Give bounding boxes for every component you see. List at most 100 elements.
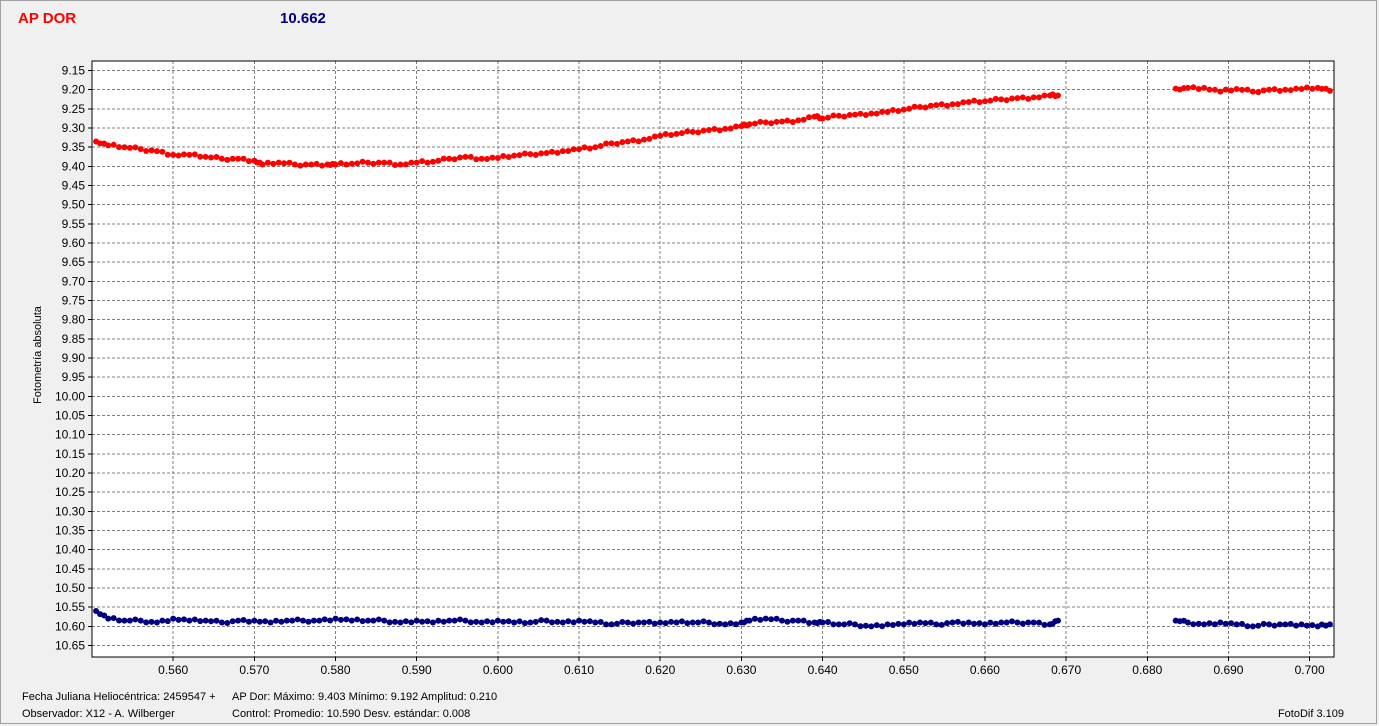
data-point [992,95,999,102]
data-point [857,623,864,630]
data-point [646,618,653,625]
data-point [1287,87,1294,94]
data-point [359,158,366,165]
data-point [213,153,220,160]
data-point [651,620,658,627]
data-point [300,617,307,624]
data-point [1239,620,1245,627]
data-point [484,618,491,625]
data-point [795,117,802,124]
data-point [789,118,796,125]
data-point [191,616,198,623]
data-point [148,147,155,154]
data-point [273,617,279,624]
data-point [835,112,842,119]
data-point [773,615,780,622]
data-point [976,620,983,627]
data-point [451,617,458,624]
y-tick-label: 9.60 [62,236,86,250]
data-point [1244,86,1251,93]
y-tick-label: 10.00 [55,389,85,403]
data-point [1211,621,1218,628]
data-point [126,617,133,624]
y-tick-label: 9.95 [62,370,86,384]
data-point [308,161,315,168]
data-point [559,148,566,155]
data-point [773,118,780,125]
data-point [283,617,290,624]
control-stats: Control: Promedio: 10.590 Desv. estándar… [232,708,471,720]
data-point [213,617,220,624]
data-point [245,618,252,625]
data-point [695,129,702,136]
y-tick-label: 10.05 [55,409,85,423]
y-tick-label: 9.15 [62,64,86,78]
data-point [884,621,891,628]
data-point [1271,622,1278,629]
data-point [191,151,198,158]
data-point [830,621,837,628]
data-point [446,617,453,624]
data-point [1266,621,1273,628]
data-point [332,161,339,168]
data-point [689,128,696,135]
data-point [678,130,685,137]
data-point [965,99,972,106]
data-point [825,114,831,121]
data-point [343,161,350,168]
data-point [1217,619,1224,626]
data-point [500,153,507,160]
y-tick-label: 9.65 [62,255,86,269]
data-point [762,615,769,622]
data-point [235,155,242,162]
data-point [1190,84,1197,91]
data-point [1276,87,1283,94]
data-point [835,621,842,628]
data-point [711,621,718,628]
data-point [218,619,225,626]
data-point [1303,622,1310,629]
data-point [170,615,177,622]
data-point [521,620,528,627]
data-point [597,142,604,149]
data-point [603,621,610,628]
data-point [321,616,328,623]
data-point [1260,620,1267,627]
data-point [208,154,215,161]
data-point [175,616,182,623]
data-point [440,155,447,162]
data-point [175,152,182,159]
data-point [478,619,485,626]
data-point [1036,619,1043,626]
data-point [651,133,658,140]
data-point [944,620,951,627]
data-point [597,618,604,625]
data-point [889,621,896,628]
data-point [511,152,518,159]
data-point [746,617,753,624]
data-point [505,154,512,161]
data-point [143,619,150,626]
data-point [105,615,112,622]
data-point [846,112,853,119]
data-point [1303,84,1310,91]
y-tick-label: 9.70 [62,274,86,288]
data-point [424,159,431,166]
data-point [337,160,344,167]
data-point [148,618,155,625]
data-point [960,620,967,627]
data-point [1041,621,1048,628]
data-point [397,161,404,168]
data-point [281,160,288,167]
data-point [570,619,577,626]
data-point [608,140,615,147]
data-point [800,116,807,123]
x-tick-label: 0.680 [1132,663,1162,677]
y-tick-label: 10.35 [55,524,85,538]
y-tick-label: 10.55 [55,600,85,614]
y-tick-label: 9.40 [62,159,86,173]
data-point [297,162,304,169]
y-tick-label: 9.25 [62,102,86,116]
data-point [619,139,626,146]
data-point [830,112,837,119]
